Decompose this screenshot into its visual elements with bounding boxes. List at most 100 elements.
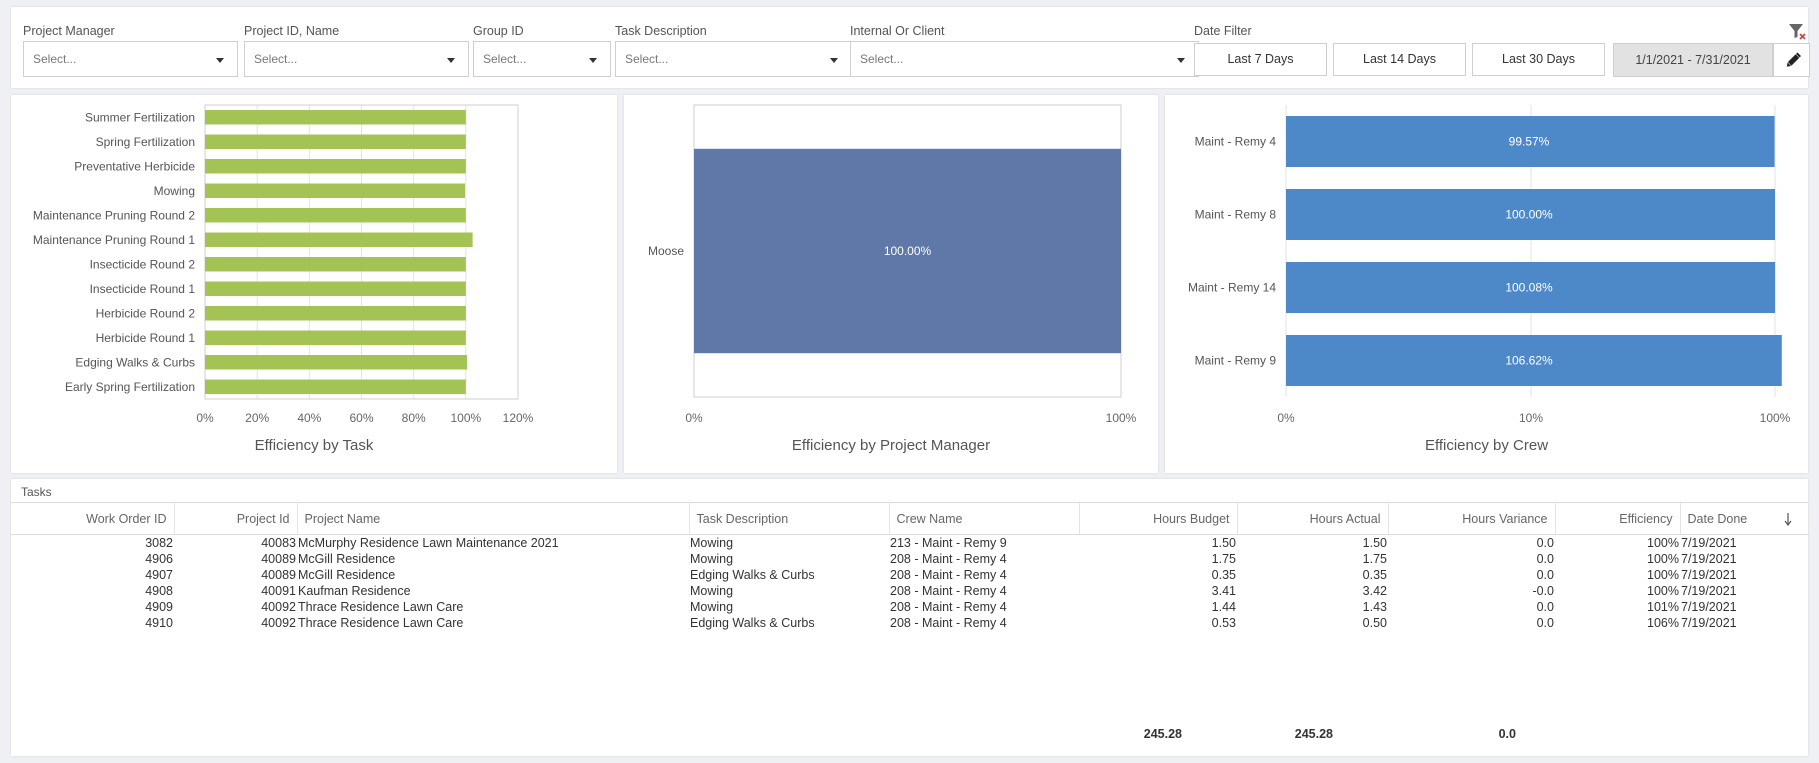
sort-down-arrow-icon[interactable] <box>1784 512 1792 526</box>
col-header-hours-variance[interactable]: Hours Variance <box>1388 502 1556 535</box>
cell-hours-variance: 0.0 <box>1536 568 1554 582</box>
task-description-placeholder: Select... <box>625 52 669 66</box>
category-label: Maintenance Pruning Round 1 <box>33 233 195 247</box>
chart-title: Efficiency by Project Manager <box>791 437 991 454</box>
x-tick-label: 100% <box>1106 411 1137 425</box>
cell-project-name: McMurphy Residence Lawn Maintenance 2021 <box>298 536 559 550</box>
cell-project-name: McGill Residence <box>298 568 396 582</box>
cell-project-id: 40092 <box>261 616 296 630</box>
chart-title: Efficiency by Crew <box>1424 437 1549 454</box>
total-hours-actual: 245.28 <box>1294 727 1333 741</box>
cell-crew-name: 208 - Maint - Remy 4 <box>890 584 1007 598</box>
cell-hours-variance: 0.0 <box>1536 600 1554 614</box>
cell-hours-actual: 3.42 <box>1362 584 1387 598</box>
col-header-crew-name[interactable]: Crew Name <box>889 502 1080 535</box>
cell-work-order-id: 4908 <box>145 584 173 598</box>
efficiency-by-project-manager-chart: 0% 100% 100.00% Moose Efficiency by Project… <box>624 95 1158 473</box>
table-row[interactable]: 3082 40083 McMurphy Residence Lawn Mainten… <box>11 535 1808 551</box>
efficiency-by-crew-chart: 0% 10% 100% 99.57% Maint - Remy 4 100.00% Main… <box>1165 95 1808 473</box>
date-done-label: Date Done <box>1687 511 1748 526</box>
cell-task-description: Mowing <box>690 600 734 614</box>
x-tick-label: 60% <box>349 411 373 425</box>
cell-crew-name: 213 - Maint - Remy 9 <box>890 536 1007 550</box>
x-tick-label: 10% <box>1519 411 1543 425</box>
cell-hours-actual: 0.35 <box>1362 568 1387 582</box>
last-30-days-button[interactable]: Last 30 Days <box>1472 43 1605 76</box>
caret-down-icon <box>216 58 224 63</box>
cell-crew-name: 208 - Maint - Remy 4 <box>890 552 1007 566</box>
cell-project-id: 40089 <box>261 568 296 582</box>
tasks-table-body-scroll[interactable]: 3082 40083 McMurphy Residence Lawn Mainten… <box>11 535 1808 709</box>
group-id-select[interactable]: Select... <box>473 41 611 77</box>
table-row[interactable]: 4907 40089 McGill Residence Edging Walks & … <box>11 567 1808 583</box>
cell-work-order-id: 4910 <box>145 616 173 630</box>
tasks-table-body: 3082 40083 McMurphy Residence Lawn Mainten… <box>11 535 1808 631</box>
caret-down-icon <box>830 58 838 63</box>
header-row: Work Order ID Project Id Project Name Ta… <box>11 502 1809 535</box>
cell-crew-name: 208 - Maint - Remy 4 <box>890 600 1007 614</box>
cell-project-name: McGill Residence <box>298 552 396 566</box>
cell-date-done: 7/19/2021 <box>1681 552 1737 566</box>
x-tick-label: 0% <box>685 411 703 425</box>
x-tick-label: 20% <box>245 411 269 425</box>
col-header-work-order-id[interactable]: Work Order ID <box>11 502 175 535</box>
bar <box>205 306 466 321</box>
cell-hours-variance: 0.0 <box>1536 616 1554 630</box>
cell-efficiency: 100% <box>1647 568 1679 582</box>
project-id-name-select[interactable]: Select... <box>244 41 469 77</box>
cell-efficiency: 100% <box>1647 536 1679 550</box>
col-header-hours-actual[interactable]: Hours Actual <box>1237 502 1389 535</box>
internal-or-client-placeholder: Select... <box>860 52 904 66</box>
cell-project-id: 40089 <box>261 552 296 566</box>
x-tick-label: 0% <box>196 411 214 425</box>
task-description-select[interactable]: Select... <box>615 41 852 77</box>
cell-date-done: 7/19/2021 <box>1681 568 1737 582</box>
cell-hours-variance: -0.0 <box>1532 584 1554 598</box>
x-tick-label: 120% <box>503 411 534 425</box>
col-header-project-name[interactable]: Project Name <box>297 502 690 535</box>
table-row[interactable]: 4906 40089 McGill Residence Mowing 208 - Mai… <box>11 551 1808 567</box>
category-label: Summer Fertilization <box>85 110 195 124</box>
cell-work-order-id: 4906 <box>145 552 173 566</box>
col-header-date-done[interactable]: Date Done <box>1680 502 1809 535</box>
project-manager-label: Project Manager <box>23 24 115 38</box>
internal-or-client-select[interactable]: Select... <box>850 41 1199 77</box>
table-row[interactable]: 4909 40092 Thrace Residence Lawn Care Mowin… <box>11 599 1808 615</box>
bar <box>205 355 468 370</box>
category-label: Insecticide Round 2 <box>90 257 196 271</box>
cell-hours-actual: 1.75 <box>1362 552 1387 566</box>
tasks-title: Tasks <box>21 485 52 499</box>
col-header-task-description[interactable]: Task Description <box>689 502 890 535</box>
task-description-label: Task Description <box>615 24 707 38</box>
cell-hours-actual: 1.43 <box>1362 600 1387 614</box>
col-header-project-id[interactable]: Project Id <box>174 502 298 535</box>
last-14-days-button[interactable]: Last 14 Days <box>1333 43 1466 76</box>
col-header-hours-budget[interactable]: Hours Budget <box>1079 502 1238 535</box>
tasks-panel: Tasks Work Order ID Project Id Project N… <box>11 479 1809 756</box>
cell-project-id: 40091 <box>261 584 296 598</box>
col-header-efficiency[interactable]: Efficiency <box>1555 502 1681 535</box>
project-id-name-label: Project ID, Name <box>244 24 340 38</box>
date-filter-label: Date Filter <box>1194 24 1252 38</box>
cell-project-id: 40083 <box>261 536 296 550</box>
filter-bar: Project Manager Select... Project ID, Na… <box>11 7 1810 88</box>
filter-clear-icon[interactable] <box>1787 21 1807 41</box>
bar <box>205 257 466 272</box>
bar <box>205 232 473 247</box>
data-label: 100.08% <box>1505 281 1553 295</box>
date-range-display[interactable]: 1/1/2021 - 7/31/2021 <box>1613 43 1773 77</box>
x-tick-label: 100% <box>450 411 481 425</box>
table-row[interactable]: 4908 40091 Kaufman Residence Mowing 208 - Ma… <box>11 583 1808 599</box>
date-edit-button[interactable] <box>1773 43 1810 77</box>
cell-task-description: Mowing <box>690 536 734 550</box>
cell-task-description: Mowing <box>690 552 734 566</box>
total-hours-budget: 245.28 <box>1143 727 1182 741</box>
last-7-days-button[interactable]: Last 7 Days <box>1194 43 1327 76</box>
table-row[interactable]: 4910 40092 Thrace Residence Lawn Care Edgin… <box>11 615 1808 631</box>
cell-hours-variance: 0.0 <box>1536 552 1554 566</box>
cell-efficiency: 100% <box>1647 584 1679 598</box>
project-manager-select[interactable]: Select... <box>23 41 238 77</box>
cell-date-done: 7/19/2021 <box>1681 616 1737 630</box>
category-label: Maint - Remy 9 <box>1195 354 1277 368</box>
bar <box>205 208 466 223</box>
